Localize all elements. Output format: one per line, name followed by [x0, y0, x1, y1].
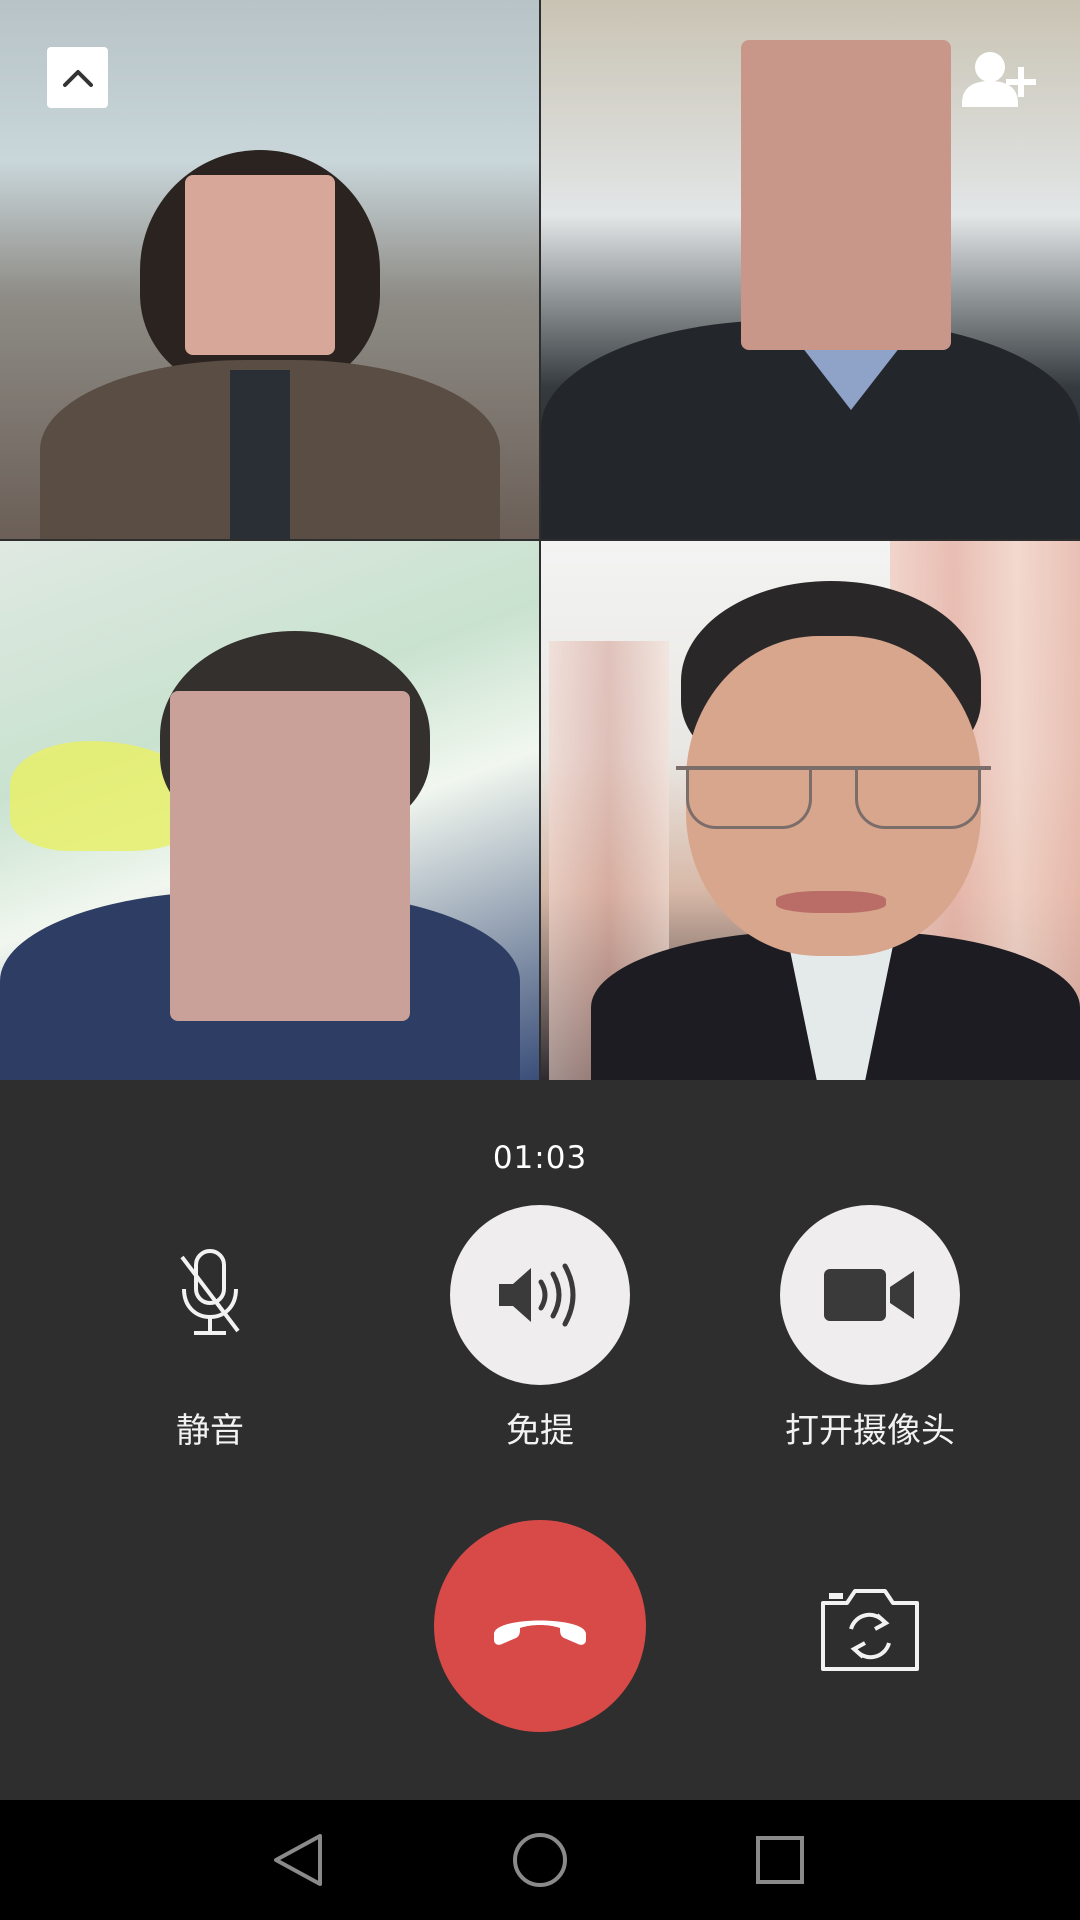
back-triangle-icon [274, 1834, 322, 1886]
nav-home-button[interactable] [510, 1830, 570, 1890]
speaker-icon [499, 1263, 576, 1327]
participant-mouth [776, 891, 886, 913]
mic-off-icon [180, 1249, 240, 1335]
pixelated-face [185, 175, 335, 355]
mute-circle [120, 1205, 300, 1385]
hangup-button[interactable] [434, 1520, 646, 1732]
speaker-label: 免提 [506, 1411, 574, 1451]
call-timer: 01:03 [492, 1140, 588, 1176]
video-grid [0, 0, 1080, 1080]
system-navigation-bar [0, 1800, 1080, 1920]
phone-hangup-icon [494, 1620, 586, 1645]
mute-label: 静音 [176, 1411, 244, 1451]
home-circle-icon [513, 1833, 567, 1887]
collapse-button[interactable] [47, 47, 108, 108]
add-participant-button[interactable] [960, 45, 1040, 115]
participant-video-4[interactable] [541, 541, 1080, 1080]
camera-label: 打开摄像头 [785, 1411, 955, 1451]
nav-recent-button[interactable] [750, 1830, 810, 1890]
chevron-up-icon [62, 69, 93, 87]
add-user-icon [962, 52, 1036, 107]
camera-circle [780, 1205, 960, 1385]
camera-toggle-button[interactable]: 打开摄像头 [760, 1205, 980, 1452]
participant-video-3[interactable] [0, 541, 539, 1080]
speaker-button[interactable]: 免提 [430, 1205, 650, 1452]
video-camera-icon [824, 1269, 914, 1321]
speaker-circle [450, 1205, 630, 1385]
switch-camera-button[interactable] [815, 1585, 925, 1675]
nav-back-button[interactable] [268, 1830, 328, 1890]
pixelated-face [741, 40, 951, 350]
participant-scarf [230, 370, 290, 539]
mute-button[interactable]: 静音 [100, 1205, 320, 1452]
recent-square-icon [756, 1836, 804, 1884]
camera-switch-icon [821, 1589, 919, 1671]
participant-glasses [676, 766, 991, 830]
pixelated-face [170, 691, 410, 1021]
